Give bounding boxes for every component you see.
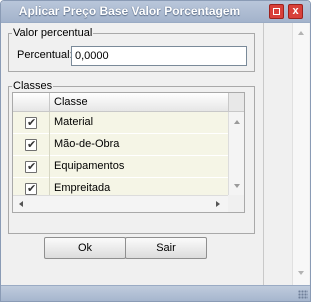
header-check-column[interactable] [13,93,50,111]
row-label: Equipamentos [54,160,125,172]
percentual-input[interactable] [71,46,247,66]
window-vertical-scrollbar[interactable] [292,23,309,285]
window-scroll-down-icon[interactable] [298,271,304,275]
dialog-window: Aplicar Preço Base Valor Porcentagem x V… [0,0,311,302]
header-scroll-corner [228,93,244,111]
scroll-up-icon[interactable] [234,120,240,124]
window-title: Aplicar Preço Base Valor Porcentagem [18,4,241,18]
resize-grip-icon[interactable] [298,290,308,299]
header-classe[interactable]: Classe [54,96,88,108]
row-checkbox[interactable] [25,160,37,173]
table-row[interactable]: Mão-de-Obra [13,134,228,156]
row-checkbox[interactable] [25,182,37,195]
percentual-label: Percentual: [17,49,73,61]
table-row[interactable]: Equipamentos [13,156,228,178]
ok-button[interactable]: Ok [44,237,126,259]
window-scroll-up-icon[interactable] [298,31,304,35]
row-checkbox[interactable] [25,138,37,151]
valor-percentual-legend: Valor percentual [13,27,93,39]
row-label: Empreitada [54,182,111,194]
scroll-left-icon[interactable] [19,201,23,207]
scroll-right-icon[interactable] [216,201,220,207]
grid-header: Classe [13,93,244,112]
status-bar [1,285,310,301]
row-label: Material [54,116,94,128]
row-checkbox[interactable] [25,116,37,129]
classes-grid: Classe Material Mão-de-Obra Equipamentos… [12,92,245,213]
table-row[interactable]: Material [13,112,228,134]
scroll-corner [228,195,244,212]
scroll-down-icon[interactable] [234,184,240,188]
close-icon[interactable]: x [288,4,303,19]
restore-icon[interactable] [269,4,284,19]
sair-button[interactable]: Sair [125,237,207,259]
row-label: Mão-de-Obra [54,138,120,150]
grid-rows: Material Mão-de-Obra Equipamentos Emprei… [13,112,228,200]
grid-vertical-scrollbar[interactable] [228,112,244,195]
classes-legend: Classes [13,80,53,92]
title-bar[interactable]: Aplicar Preço Base Valor Porcentagem x [1,1,310,23]
grid-horizontal-scrollbar[interactable] [13,195,228,212]
panel-divider [263,23,264,285]
